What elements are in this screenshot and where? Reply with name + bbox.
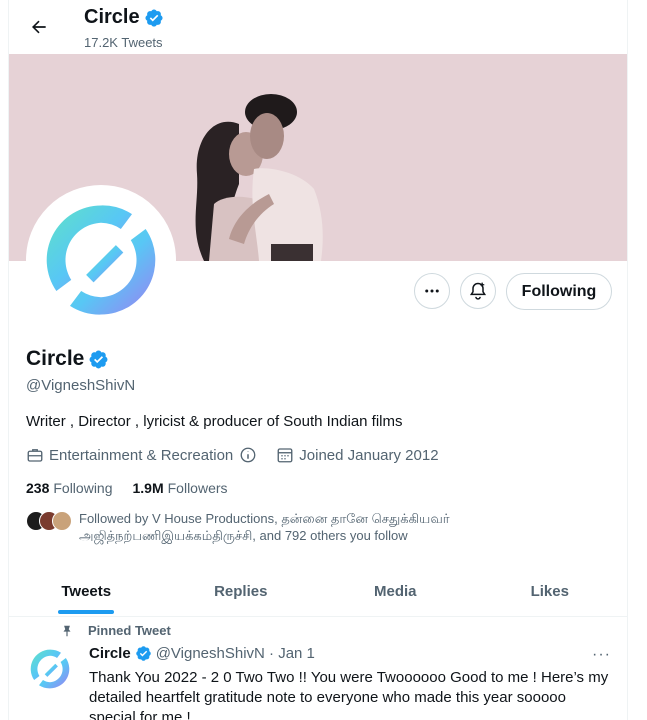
pinned-label: Pinned Tweet: [88, 623, 171, 638]
tab-tweets[interactable]: Tweets: [9, 566, 164, 616]
profile-avatar[interactable]: [26, 185, 176, 335]
header-title-text: Circle: [84, 6, 140, 28]
tab-likes[interactable]: Likes: [473, 566, 628, 616]
tab-media[interactable]: Media: [318, 566, 473, 616]
followed-by-text: Followed by V House Productions, தன்னை த…: [79, 511, 450, 543]
top-bar: Circle 17.2K Tweets: [9, 0, 627, 54]
following-link[interactable]: 238 Following: [26, 480, 113, 496]
following-label: Following: [53, 480, 113, 496]
pin-icon: [63, 625, 71, 637]
following-count: 238: [26, 480, 50, 496]
tweet-more-button[interactable]: ···: [592, 646, 611, 664]
category-text: Entertainment & Recreation: [49, 446, 234, 464]
tab-replies[interactable]: Replies: [164, 566, 319, 616]
joined-item: Joined January 2012: [276, 446, 439, 464]
tweet-text: Thank You 2022 - 2 0 Two Two !! You were…: [89, 669, 609, 720]
briefcase-icon: [27, 449, 43, 462]
followers-count: 1.9M: [132, 480, 164, 496]
notification-bell-icon: [469, 282, 487, 300]
joined-text: Joined January 2012: [299, 446, 439, 464]
profile-tabs: Tweets Replies Media Likes: [9, 566, 627, 617]
header-title: Circle: [84, 6, 164, 29]
more-icon: [425, 289, 439, 293]
more-options-button[interactable]: [414, 273, 450, 309]
profile-meta: Entertainment & Recreation Joined Januar…: [26, 446, 453, 464]
tweet-handle-date[interactable]: @VigneshShivN · Jan 1: [156, 645, 315, 662]
verified-badge-icon: [144, 8, 164, 28]
circle-logo-icon: [30, 649, 70, 689]
follow-stats: 238 Following 1.9M Followers: [26, 480, 248, 496]
followed-by-avatars: [26, 511, 72, 544]
avatar: [52, 511, 72, 531]
tweet-author-name[interactable]: Circle: [89, 645, 131, 662]
tweet-header: Circle @VigneshShivN · Jan 1: [89, 645, 315, 662]
followed-by[interactable]: Followed by V House Productions, தன்னை த…: [26, 510, 569, 544]
followers-link[interactable]: 1.9M Followers: [133, 480, 228, 496]
profile-name-text: Circle: [26, 347, 85, 370]
tweet-count: 17.2K Tweets: [84, 35, 163, 50]
profile-handle: @VigneshShivN: [26, 377, 136, 394]
profile-name: Circle: [26, 347, 109, 371]
followers-label: Followers: [167, 480, 228, 496]
notifications-button[interactable]: [460, 273, 496, 309]
profile-bio: Writer , Director , lyricist & producer …: [26, 413, 403, 430]
info-icon[interactable]: [239, 446, 257, 464]
verified-badge-icon: [88, 349, 109, 370]
profile-column: Circle 17.2K Tweets Following Circle @Vi…: [8, 0, 628, 720]
calendar-icon: [277, 448, 293, 463]
category-item: Entertainment & Recreation: [26, 446, 262, 464]
tweet-avatar[interactable]: [26, 645, 74, 693]
verified-badge-icon: [135, 645, 152, 662]
back-arrow-icon[interactable]: [25, 13, 53, 41]
circle-logo-icon: [46, 205, 156, 315]
following-button[interactable]: Following: [506, 273, 612, 310]
